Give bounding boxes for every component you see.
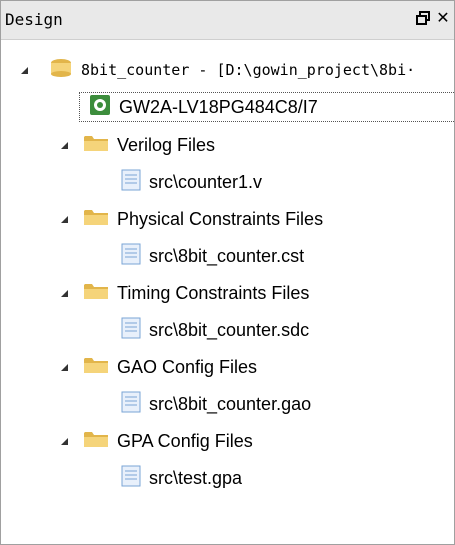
folder-icon <box>83 429 109 454</box>
fpga-device-icon <box>89 94 111 121</box>
tree-node-file[interactable]: src\8bit_counter.gao <box>121 389 311 419</box>
panel-title: Design <box>5 10 63 29</box>
file-icon <box>121 243 141 270</box>
design-tree: 8bit_counter - [D:\gowin_project\8bi· GW… <box>1 39 455 544</box>
file-label: src\8bit_counter.sdc <box>149 319 310 340</box>
group-label: GPA Config Files <box>117 430 253 451</box>
device-label: GW2A-LV18PG484C8/I7 <box>119 96 318 117</box>
design-panel: Design ✕ 8bit_counter - [D:\gowin_projec… <box>0 0 455 545</box>
group-label: Verilog Files <box>117 134 216 155</box>
group-label: GAO Config Files <box>117 356 258 377</box>
panel-titlebar: Design ✕ <box>1 1 454 40</box>
close-icon[interactable]: ✕ <box>434 8 452 28</box>
tree-node-file[interactable]: src\counter1.v <box>121 167 262 197</box>
expand-arrow-icon[interactable] <box>61 290 68 297</box>
file-label: src\test.gpa <box>149 467 243 488</box>
project-label: 8bit_counter - [D:\gowin_project\8bi· <box>81 61 416 79</box>
expand-arrow-icon[interactable] <box>21 67 28 74</box>
file-icon <box>121 169 141 196</box>
file-label: src\8bit_counter.cst <box>149 245 305 266</box>
file-icon <box>121 317 141 344</box>
tree-node-group[interactable]: Physical Constraints Files <box>61 204 323 234</box>
tree-node-device[interactable]: GW2A-LV18PG484C8/I7 <box>89 92 318 122</box>
expand-arrow-icon[interactable] <box>61 438 68 445</box>
file-label: src\8bit_counter.gao <box>149 393 312 414</box>
file-label: src\counter1.v <box>149 171 263 192</box>
tree-node-group[interactable]: GAO Config Files <box>61 352 257 382</box>
tree-node-file[interactable]: src\test.gpa <box>121 463 242 493</box>
project-folder-icon <box>49 58 73 83</box>
tree-node-group[interactable]: GPA Config Files <box>61 426 253 456</box>
tree-node-group[interactable]: Timing Constraints Files <box>61 278 309 308</box>
tree-node-file[interactable]: src\8bit_counter.sdc <box>121 315 309 345</box>
folder-icon <box>83 355 109 380</box>
expand-arrow-icon[interactable] <box>61 364 68 371</box>
tree-node-group[interactable]: Verilog Files <box>61 130 215 160</box>
file-icon <box>121 391 141 418</box>
group-label: Physical Constraints Files <box>117 208 324 229</box>
restore-window-icon[interactable] <box>414 8 432 28</box>
folder-icon <box>83 207 109 232</box>
file-icon <box>121 465 141 492</box>
expand-arrow-icon[interactable] <box>61 216 68 223</box>
folder-icon <box>83 133 109 158</box>
tree-node-file[interactable]: src\8bit_counter.cst <box>121 241 304 271</box>
group-label: Timing Constraints Files <box>117 282 310 303</box>
folder-icon <box>83 281 109 306</box>
expand-arrow-icon[interactable] <box>61 142 68 149</box>
tree-node-project[interactable]: 8bit_counter - [D:\gowin_project\8bi· <box>21 55 415 85</box>
